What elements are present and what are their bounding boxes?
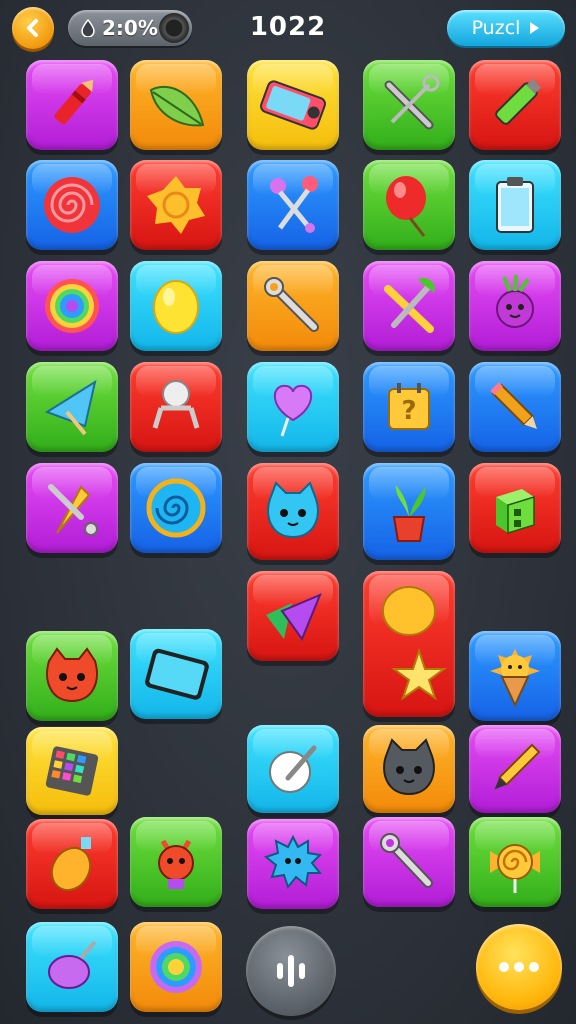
tile-clipboard[interactable] (469, 160, 561, 250)
phone-icon (260, 80, 326, 130)
play-arrow-icon (530, 22, 540, 34)
scissors-icon (270, 176, 318, 233)
wrench-cone-icon (48, 484, 98, 536)
potted-plant-icon (392, 484, 426, 542)
puzzle-button[interactable]: Puzcl (447, 10, 565, 46)
tile-wrench-cone[interactable] (26, 463, 118, 553)
tile-spiral[interactable] (130, 463, 222, 553)
tile-question-box[interactable]: ? (363, 362, 455, 452)
wrench-icon (380, 833, 433, 888)
tile-top[interactable] (26, 922, 118, 1012)
tile-egg-pen[interactable] (247, 725, 339, 813)
leaf-icon (149, 85, 205, 127)
tile-swirl-candy[interactable] (26, 160, 118, 250)
tools-icon (384, 74, 440, 130)
ice-cream-icon (490, 649, 540, 708)
tile-potted-plant[interactable] (363, 463, 455, 560)
candy-swirl-icon (490, 844, 540, 893)
tile-wrench-2[interactable] (363, 817, 455, 907)
tile-spiky-creature[interactable] (247, 819, 339, 909)
tile-gray-cat[interactable] (363, 725, 455, 813)
question-box-icon: ? (388, 383, 430, 430)
tile-phone[interactable] (247, 60, 339, 150)
lemon-star-icon (382, 586, 448, 701)
tile-pencil[interactable] (469, 362, 561, 452)
tile-rainbow-lollipop[interactable] (26, 261, 118, 351)
tile-tablet[interactable] (130, 629, 222, 719)
tile-tools[interactable] (363, 60, 455, 150)
rainbow-swirl-icon (150, 941, 202, 993)
tile-scissors[interactable] (247, 160, 339, 250)
audio-button[interactable] (246, 926, 336, 1016)
swirl-candy-icon (44, 177, 100, 233)
devil-creature-icon (158, 839, 194, 889)
umbrella-icon (44, 379, 97, 436)
lemon-drop-icon (50, 837, 92, 892)
tile-lemon-drop[interactable] (26, 819, 118, 909)
rainbow-lollipop-icon (45, 279, 99, 333)
tile-palette[interactable] (26, 727, 118, 815)
tile-lemon-star[interactable] (363, 571, 455, 717)
tile-lemon[interactable] (130, 261, 222, 351)
tile-balloon[interactable] (363, 160, 455, 250)
cat-face-icon (267, 480, 319, 538)
tile-fox-face[interactable] (26, 631, 118, 721)
tile-ice-cream[interactable] (469, 631, 561, 721)
triangles-icon (266, 593, 322, 642)
svg-text:?: ? (401, 396, 416, 426)
tile-umbrella[interactable] (26, 362, 118, 452)
more-options-button[interactable] (476, 924, 562, 1010)
tile-heart-lollipop[interactable] (247, 362, 339, 452)
fox-face-icon (46, 647, 98, 703)
tile-flower-candy[interactable] (130, 160, 222, 250)
tile-crayon[interactable] (26, 60, 118, 150)
top-bar: 2:0% 1022 Puzcl (0, 0, 576, 56)
puzzle-button-label: Puzcl (471, 17, 521, 39)
top-icon (48, 940, 97, 989)
tile-beet-creature[interactable] (469, 261, 561, 351)
flower-candy-icon (147, 176, 205, 234)
heart-lollipop-icon (273, 384, 313, 437)
tile-cat-face[interactable] (247, 463, 339, 560)
crayon-icon (54, 79, 94, 125)
spiral-icon (146, 478, 206, 538)
wrench-icon (264, 277, 319, 332)
tile-devil-creature[interactable] (130, 817, 222, 907)
tile-wrench[interactable] (247, 261, 339, 351)
ellipsis-icon (499, 962, 539, 972)
marker-icon (495, 78, 542, 125)
tile-claw-machine[interactable] (130, 362, 222, 452)
tile-marker[interactable] (469, 60, 561, 150)
pencil-icon (490, 382, 537, 429)
pen-icon (494, 743, 541, 790)
tablet-icon (145, 648, 209, 700)
spiky-creature-icon (263, 834, 323, 890)
tools-pair-icon (384, 277, 435, 333)
lemon-icon (153, 280, 199, 334)
egg-pen-icon (269, 745, 317, 793)
clipboard-icon (496, 177, 534, 233)
gray-cat-icon (383, 738, 435, 796)
tile-triangles[interactable] (247, 571, 339, 661)
beet-creature-icon (496, 274, 534, 328)
tile-rainbow-swirl[interactable] (130, 922, 222, 1012)
waveform-icon (277, 955, 305, 987)
tile-leaf[interactable] (130, 60, 222, 150)
palette-icon (45, 746, 99, 796)
tile-tools-pair[interactable] (363, 261, 455, 351)
tile-pen[interactable] (469, 725, 561, 813)
tile-candy-swirl[interactable] (469, 817, 561, 907)
tile-cube[interactable] (469, 463, 561, 553)
cube-icon (496, 489, 535, 535)
claw-machine-icon (152, 380, 200, 429)
balloon-icon (386, 176, 426, 237)
